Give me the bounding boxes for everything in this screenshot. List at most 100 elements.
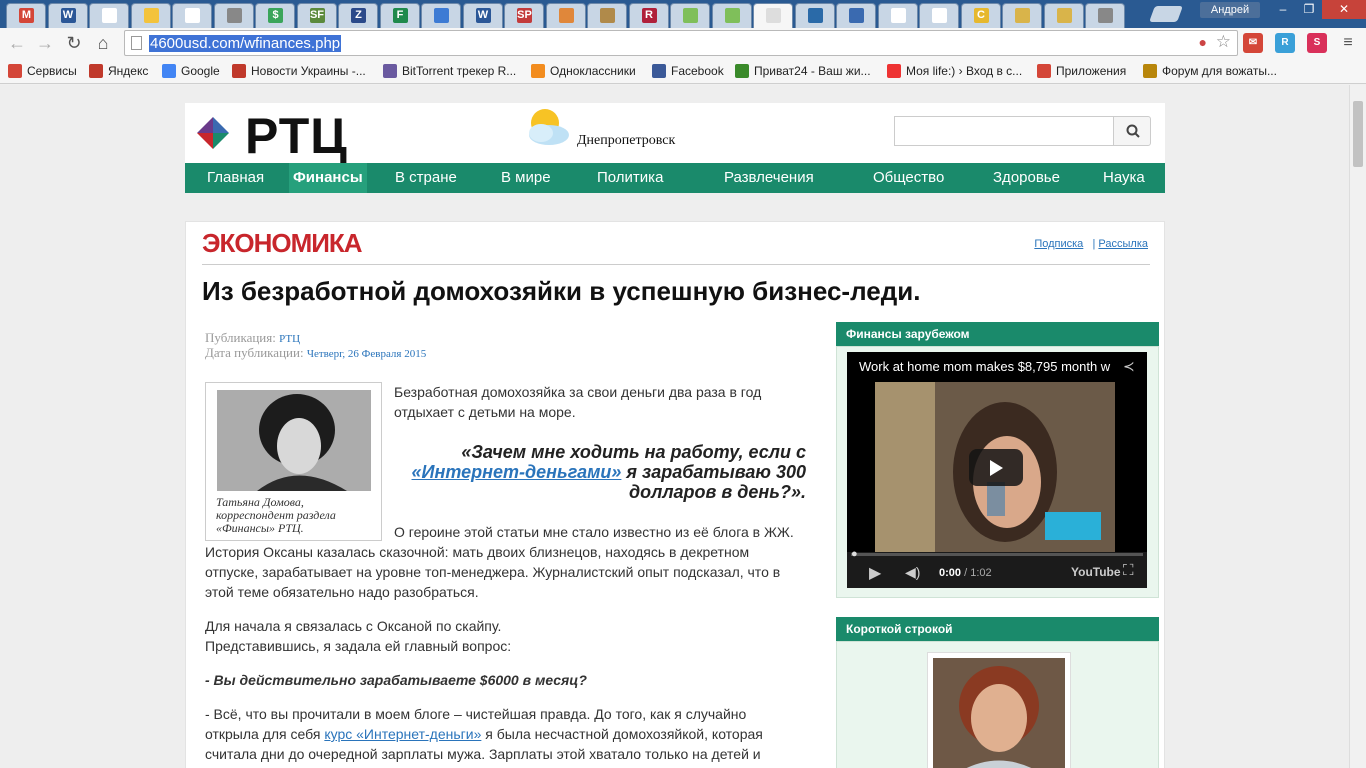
browser-tab[interactable]: M: [6, 3, 46, 28]
nav-item[interactable]: Финансы: [289, 163, 367, 193]
bookmark-item[interactable]: Яндекс: [89, 63, 148, 79]
browser-tab[interactable]: [213, 3, 254, 28]
browser-tab[interactable]: [836, 3, 876, 28]
bookmark-item[interactable]: Моя life:) › Вход в с...: [887, 63, 1022, 79]
browser-tab[interactable]: [172, 3, 212, 28]
nav-item[interactable]: Здоровье: [989, 163, 1064, 193]
minimize-icon[interactable]: –: [1270, 0, 1296, 19]
se-extension-icon[interactable]: S: [1307, 33, 1327, 53]
reload-icon[interactable]: ↻: [63, 33, 85, 53]
page-scrollbar[interactable]: [1349, 85, 1366, 768]
r2p-extension-icon[interactable]: R: [1275, 33, 1295, 53]
video-player[interactable]: Work at home mom makes $8,795 month w ≺ …: [847, 352, 1147, 588]
browser-tab[interactable]: [545, 3, 586, 28]
browser-tab[interactable]: [587, 3, 627, 28]
page-icon: [102, 8, 117, 23]
browser-tab[interactable]: Z: [338, 3, 378, 28]
menu-icon[interactable]: ≡: [1338, 33, 1358, 53]
bookmark-icon: [162, 64, 176, 78]
mailing-link[interactable]: Рассылка: [1098, 238, 1148, 250]
browser-tab[interactable]: SP: [504, 3, 544, 28]
bookmark-item[interactable]: Форум для вожаты...: [1143, 63, 1277, 79]
bookmark-item[interactable]: Google: [162, 63, 220, 79]
browser-tab[interactable]: [1002, 3, 1042, 28]
browser-tab[interactable]: C: [960, 3, 1001, 28]
browser-tab[interactable]: [753, 3, 793, 28]
forward-icon[interactable]: →: [34, 33, 56, 53]
browser-tab[interactable]: [711, 3, 752, 28]
browser-tab[interactable]: [670, 3, 710, 28]
browser-tab[interactable]: [1043, 3, 1084, 28]
browser-tab[interactable]: R: [628, 3, 669, 28]
course-link[interactable]: курс «Интернет-деньги»: [324, 726, 481, 742]
bookmark-item[interactable]: Приложения: [1037, 63, 1126, 79]
c-icon: C: [973, 8, 989, 23]
bookmark-star-icon[interactable]: ☆: [1216, 32, 1231, 52]
browser-tab[interactable]: W: [47, 3, 88, 28]
nav-item[interactable]: Наука: [1099, 163, 1149, 193]
browser-tab[interactable]: $: [255, 3, 295, 28]
video-title[interactable]: Work at home mom makes $8,795 month w: [859, 359, 1110, 374]
divider: [202, 264, 1150, 265]
bookmark-item[interactable]: Facebook: [652, 63, 724, 79]
browser-tab[interactable]: [794, 3, 835, 28]
browser-tab[interactable]: W: [462, 3, 503, 28]
search-button[interactable]: [1113, 116, 1151, 146]
scrollbar-thumb[interactable]: [1353, 101, 1363, 167]
bookmark-icon: [1143, 64, 1157, 78]
play-button[interactable]: [969, 449, 1023, 486]
browser-tab[interactable]: SF: [296, 3, 337, 28]
browser-tab[interactable]: [421, 3, 461, 28]
bookmark-item[interactable]: Сервисы: [8, 63, 77, 79]
back-icon[interactable]: ←: [6, 33, 28, 53]
maximize-icon[interactable]: ❐: [1296, 0, 1322, 19]
bookmark-icon: [652, 64, 666, 78]
nav-item[interactable]: Главная: [203, 163, 268, 193]
video-progress[interactable]: [851, 553, 1143, 556]
browser-tab[interactable]: [877, 3, 918, 28]
page-icon: [131, 36, 142, 50]
cookie-icon[interactable]: ●: [1199, 34, 1207, 50]
subscribe-link[interactable]: Подписка: [1034, 238, 1083, 250]
user-profile[interactable]: Андрей: [1200, 2, 1260, 18]
nav-item[interactable]: Политика: [593, 163, 667, 193]
card-icon: [1015, 8, 1030, 23]
volume-icon[interactable]: ◀): [905, 564, 920, 581]
bulb-icon: [143, 8, 159, 23]
browser-tab[interactable]: [919, 3, 959, 28]
bookmark-item[interactable]: Новости Украины -...: [232, 63, 366, 79]
article-paragraph-1: О героине этой статьи мне стало известно…: [205, 524, 794, 600]
play-icon[interactable]: ▶: [869, 563, 881, 583]
news-photo-box: [927, 652, 1071, 768]
nav-item[interactable]: Развлечения: [720, 163, 818, 193]
fullscreen-icon[interactable]: ⛶: [1123, 562, 1134, 579]
article-paragraph-2: Для начала я связалась с Оксаной по скай…: [205, 616, 803, 656]
progress-handle-icon[interactable]: ●: [851, 548, 858, 560]
browser-tab[interactable]: [89, 3, 129, 28]
browser-tab[interactable]: F: [379, 3, 420, 28]
bookmark-label: Facebook: [671, 64, 724, 78]
chart-icon: [434, 8, 449, 23]
address-bar[interactable]: 4600usd.com/wfinances.php ● ☆: [124, 30, 1238, 56]
gmail-extension-icon[interactable]: ✉: [1243, 33, 1263, 53]
bookmark-item[interactable]: Одноклассники: [531, 63, 636, 79]
new-tab-button[interactable]: [1149, 6, 1183, 22]
youtube-logo[interactable]: YouTube: [1071, 565, 1121, 579]
url-text[interactable]: 4600usd.com/wfinances.php: [149, 35, 342, 52]
search-input[interactable]: [894, 116, 1114, 146]
close-window-icon[interactable]: ✕: [1322, 0, 1366, 19]
nav-item[interactable]: В мире: [497, 163, 555, 193]
nav-item[interactable]: В стране: [391, 163, 461, 193]
internet-money-link[interactable]: «Интернет-деньгами»: [412, 462, 622, 482]
news-photo[interactable]: [933, 658, 1065, 768]
site-logo[interactable]: РТЦ: [245, 107, 348, 165]
bookmark-item[interactable]: BitTorrent трекер R...: [383, 63, 516, 79]
pub-value[interactable]: РТЦ: [279, 333, 300, 345]
browser-tab[interactable]: [1085, 3, 1125, 28]
home-icon[interactable]: ⌂: [92, 33, 114, 53]
bookmark-icon: [887, 64, 901, 78]
share-icon[interactable]: ≺: [1123, 358, 1135, 375]
bookmark-item[interactable]: Приват24 - Ваш жи...: [735, 63, 871, 79]
browser-tab[interactable]: [130, 3, 171, 28]
nav-item[interactable]: Общество: [869, 163, 948, 193]
